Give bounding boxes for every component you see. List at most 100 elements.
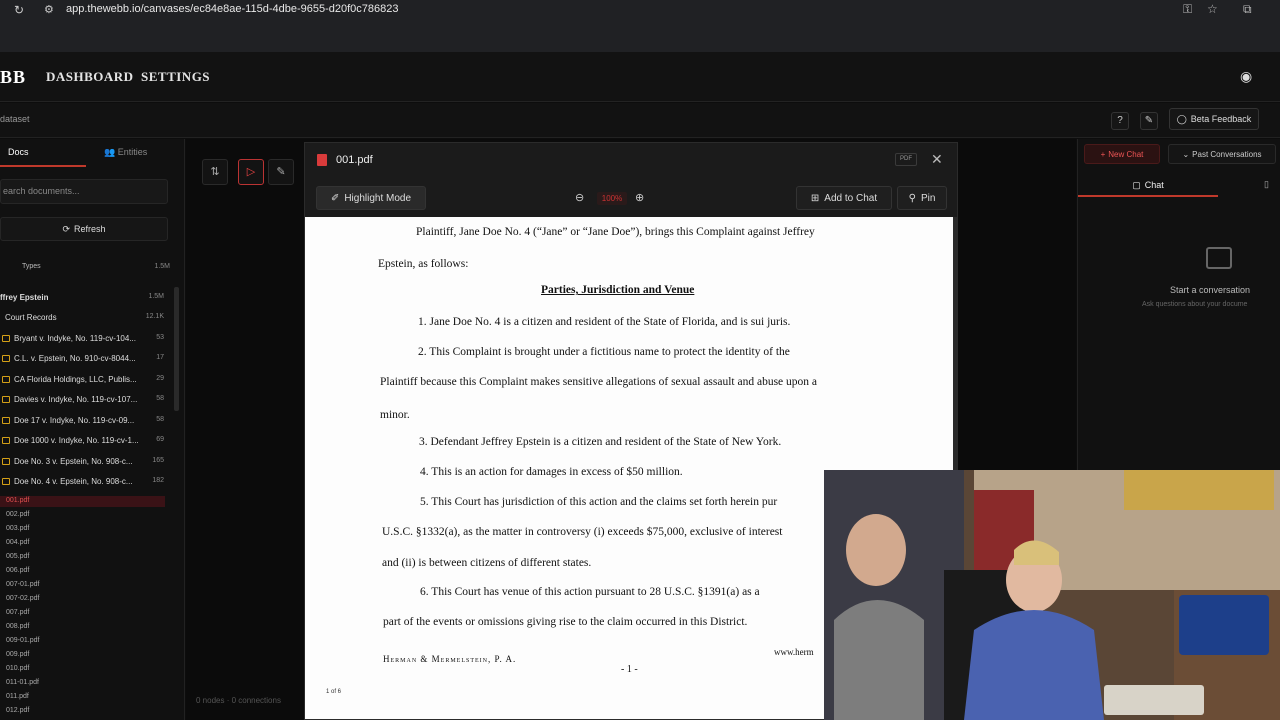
brush-icon[interactable]: ✎ (1140, 112, 1158, 130)
browser-toolbar: ↻ ⚙ app.thewebb.io/canvases/ec84e8ae-115… (0, 0, 1280, 52)
active-tab-indicator (0, 165, 86, 167)
extensions-icon[interactable]: ⧉ (1243, 2, 1252, 17)
folder-icon (2, 376, 10, 383)
pin-icon: ⚲ (908, 192, 916, 204)
chevron-down-icon: ⌄ (1182, 149, 1190, 159)
speech-bubble-icon: ◯ (1176, 113, 1187, 124)
nav-dashboard[interactable]: DASHBOARD (46, 69, 134, 85)
folder-icon (2, 335, 10, 342)
tree-folder[interactable]: Doe No. 3 v. Epstein, No. 908-c... 165 (0, 453, 168, 471)
help-icon[interactable]: ? (1111, 112, 1129, 130)
tree-folder-open[interactable]: Doe No. 4 v. Epstein, No. 908-c... 182 (0, 473, 168, 491)
new-chat-button[interactable]: + New Chat (1084, 144, 1160, 164)
zoom-in-icon[interactable]: ⊕ (635, 191, 644, 204)
password-key-icon[interactable]: ⚿ (1183, 2, 1192, 17)
file-item[interactable]: 003.pdf (6, 525, 29, 532)
file-item[interactable]: 007-02.pdf (6, 595, 39, 602)
users-icon: 👥 (104, 147, 116, 157)
chat-bubble-icon: ▢ (1132, 179, 1141, 190)
breadcrumb[interactable]: dataset (0, 114, 30, 124)
file-item[interactable]: 004.pdf (6, 539, 29, 546)
pin-label: Pin (920, 192, 936, 204)
tab-docs[interactable]: Docs (8, 147, 29, 157)
tree-label: Doe 17 v. Indyke, No. 119-cv-09... (14, 416, 135, 425)
reload-icon[interactable]: ↻ (14, 3, 24, 17)
pdf-section-heading: Parties, Jurisdiction and Venue (541, 284, 695, 296)
file-item-selected[interactable]: 001.pdf (6, 497, 29, 504)
file-item[interactable]: 011-01.pdf (6, 679, 39, 686)
file-item[interactable]: 012.pdf (6, 707, 29, 714)
tree-root-epstein[interactable]: ffrey Epstein 1.5M (0, 289, 168, 307)
tab-chat[interactable]: ▢ Chat (1078, 173, 1218, 197)
tree-folder[interactable]: Davies v. Indyke, No. 119-cv-107... 58 (0, 391, 168, 409)
types-label: Types (22, 263, 41, 270)
pdf-text-line: part of the events or omissions giving r… (383, 616, 748, 628)
site-settings-icon[interactable]: ⚙ (44, 3, 54, 16)
file-item[interactable]: 006.pdf (6, 567, 29, 574)
highlight-mode-button[interactable]: ✐ Highlight Mode (316, 186, 426, 210)
plus-icon: + (1100, 149, 1106, 159)
zoom-out-icon[interactable]: ⊖ (575, 191, 584, 204)
file-item[interactable]: 009.pdf (6, 651, 29, 658)
empty-state-title: Start a conversation (1170, 285, 1251, 295)
discord-icon[interactable]: ◉ (1240, 68, 1252, 85)
tree-label: Davies v. Indyke, No. 119-cv-107... (14, 395, 138, 404)
pdf-text-line: 6. This Court has venue of this action p… (420, 586, 760, 598)
pointer-tool-icon[interactable]: ▷ (238, 159, 264, 185)
tree-label: Doe No. 3 v. Epstein, No. 908-c... (14, 457, 133, 466)
webcam-overlay (824, 470, 1280, 720)
canvas-subbar: dataset ? ✎ (0, 103, 1280, 138)
tree-count: 53 (156, 334, 164, 341)
search-documents-input[interactable]: earch documents... (0, 179, 168, 204)
types-count: 1.5M (154, 263, 170, 270)
close-icon[interactable]: ✕ (931, 151, 943, 168)
tree-folder[interactable]: CA Florida Holdings, LLC, Publis... 29 (0, 371, 168, 389)
bookmark-star-icon[interactable]: ☆ (1207, 2, 1218, 16)
tree-folder[interactable]: Doe 1000 v. Indyke, No. 119-cv-1... 69 (0, 432, 168, 450)
pen-tool-icon[interactable]: ✎ (268, 159, 294, 185)
new-chat-label: New Chat (1108, 149, 1144, 159)
documents-sidebar: Docs 👥 Entities earch documents... ⟳ Ref… (0, 139, 185, 720)
add-to-chat-button[interactable]: ⊞ Add to Chat (796, 186, 892, 210)
tree-court-records[interactable]: Court Records 12.1K (0, 309, 168, 327)
tree-count: 58 (156, 416, 164, 423)
pdf-text-line: 2. This Complaint is brought under a fic… (418, 346, 790, 358)
add-square-icon: ⊞ (810, 192, 820, 204)
zoom-level[interactable]: 100% (597, 192, 627, 205)
app-logo[interactable]: BB (0, 67, 26, 88)
tree-count: 17 (156, 354, 164, 361)
refresh-button[interactable]: ⟳ Refresh (0, 217, 168, 241)
tab-entities[interactable]: 👥 Entities (104, 147, 147, 158)
pin-button[interactable]: ⚲ Pin (897, 186, 947, 210)
address-bar[interactable]: app.thewebb.io/canvases/ec84e8ae-115d-4d… (66, 3, 399, 15)
tree-label: Doe 1000 v. Indyke, No. 119-cv-1... (14, 436, 139, 445)
tree-folder[interactable]: Doe 17 v. Indyke, No. 119-cv-09... 58 (0, 412, 168, 430)
beta-feedback-button[interactable]: ◯ Beta Feedback (1169, 108, 1259, 130)
pdf-page-number: - 1 - (621, 664, 638, 675)
file-item[interactable]: 007.pdf (6, 609, 29, 616)
sidebar-scrollbar[interactable] (174, 287, 179, 411)
tree-folder[interactable]: C.L. v. Epstein, No. 910-cv-8044... 17 (0, 350, 168, 368)
active-tab-indicator (1078, 195, 1218, 197)
file-item[interactable]: 009-01.pdf (6, 637, 39, 644)
pdf-text-line: 5. This Court has jurisdiction of this a… (420, 496, 778, 508)
folder-icon (2, 478, 10, 485)
file-item[interactable]: 005.pdf (6, 553, 29, 560)
past-conversations-button[interactable]: ⌄ Past Conversations (1168, 144, 1276, 164)
file-item[interactable]: 011.pdf (6, 693, 29, 700)
pdf-text-line: Epstein, as follows: (378, 258, 469, 270)
pdf-text-line: Plaintiff, Jane Doe No. 4 (“Jane” or “Ja… (416, 226, 815, 238)
file-item[interactable]: 002.pdf (6, 511, 29, 518)
folder-icon (2, 396, 10, 403)
nav-settings[interactable]: SETTINGS (141, 69, 210, 85)
select-tool-icon[interactable]: ⇅ (202, 159, 228, 185)
beta-feedback-label: Beta Feedback (1190, 114, 1252, 124)
file-item[interactable]: 010.pdf (6, 665, 29, 672)
refresh-label: Refresh (74, 224, 106, 234)
tab-second-icon[interactable]: ▯ (1264, 179, 1269, 190)
file-item[interactable]: 007-01.pdf (6, 581, 39, 588)
types-filter[interactable]: Types 1.5M (0, 263, 172, 277)
file-item[interactable]: 008.pdf (6, 623, 29, 630)
tree-count: 58 (156, 395, 164, 402)
tree-folder[interactable]: Bryant v. Indyke, No. 119-cv-104... 53 (0, 330, 168, 348)
